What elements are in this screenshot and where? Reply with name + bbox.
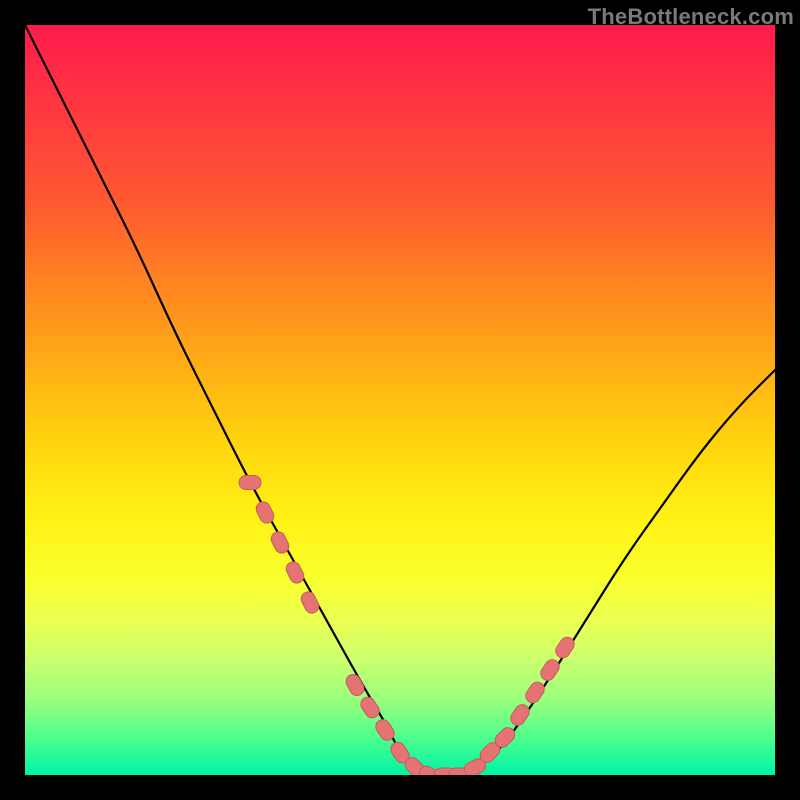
marker-dot (299, 590, 321, 616)
bottleneck-curve (25, 25, 775, 775)
curve-layer (25, 25, 775, 775)
marker-dot (523, 679, 547, 705)
marker-layer (239, 476, 577, 776)
chart-svg (25, 25, 775, 775)
marker-dot (358, 694, 382, 720)
marker-dot (239, 476, 261, 490)
marker-dot (538, 657, 562, 683)
marker-dot (344, 672, 367, 698)
watermark-text: TheBottleneck.com (588, 4, 794, 30)
chart-frame: TheBottleneck.com (0, 0, 800, 800)
marker-dot (284, 560, 306, 586)
marker-dot (508, 702, 532, 728)
plot-area (25, 25, 775, 775)
